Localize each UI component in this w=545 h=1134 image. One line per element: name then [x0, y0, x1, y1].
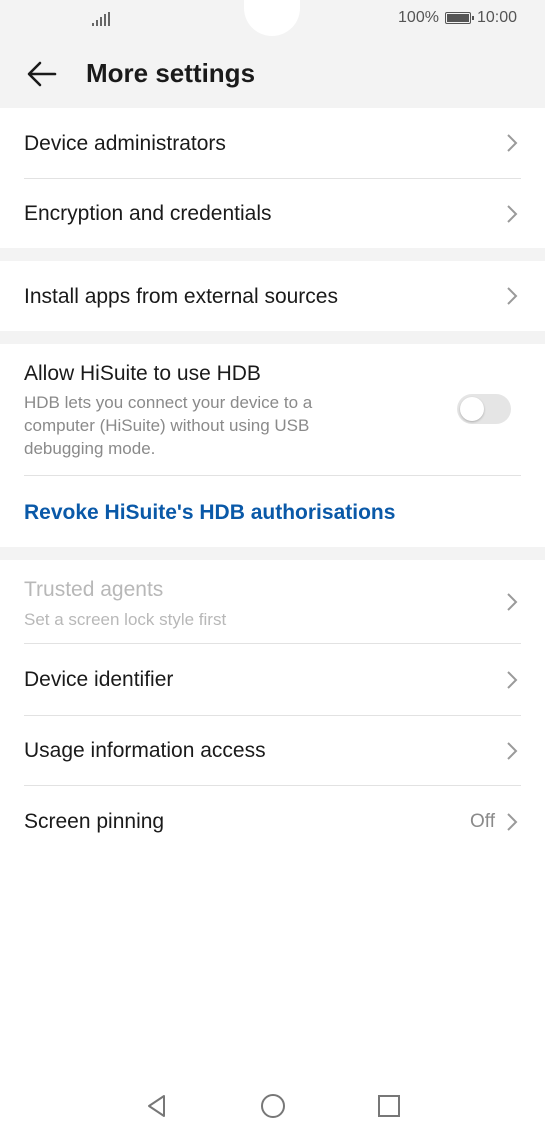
chevron-right-icon — [507, 670, 518, 689]
square-recent-icon — [377, 1095, 400, 1117]
section-divider — [0, 331, 545, 344]
nav-back-button[interactable] — [142, 1091, 172, 1121]
chevron-right-icon — [507, 287, 518, 305]
revoke-hdb-link-row[interactable]: Revoke HiSuite's HDB authorisations — [24, 476, 521, 547]
list-item-device-administrators[interactable]: Device administrators — [24, 108, 521, 179]
chevron-right-icon — [507, 134, 518, 152]
back-button[interactable] — [24, 56, 60, 92]
battery-percentage: 100% — [398, 9, 439, 26]
list-item-label: Device identifier — [24, 668, 174, 691]
chevron-right-icon — [507, 592, 518, 611]
section-divider — [0, 248, 545, 261]
chevron-right-icon — [507, 741, 518, 760]
settings-list: Device administrators Encryption and cre… — [0, 108, 545, 858]
list-item-label: Screen pinning — [24, 810, 165, 833]
list-item-label: Encryption and credentials — [24, 202, 272, 225]
trusted-agents-title: Trusted agents — [24, 578, 164, 601]
toggle-knob — [460, 397, 484, 421]
battery-icon — [444, 12, 474, 24]
chevron-right-icon — [507, 813, 518, 831]
settings-group-other: Trusted agents Set a screen lock style f… — [0, 560, 545, 858]
list-item-usage-information-access[interactable]: Usage information access — [24, 716, 521, 786]
nav-recent-button[interactable] — [374, 1091, 404, 1121]
circle-home-icon — [260, 1094, 285, 1118]
list-item-screen-pinning[interactable]: Screen pinning Off — [24, 786, 521, 858]
nav-home-button[interactable] — [258, 1091, 288, 1121]
list-item-encryption-credentials[interactable]: Encryption and credentials — [24, 179, 521, 248]
settings-group-hdb: Allow HiSuite to use HDB HDB lets you co… — [0, 344, 545, 547]
arrow-left-icon — [27, 61, 57, 87]
list-item-label: Device administrators — [24, 132, 226, 155]
list-item-trusted-agents: Trusted agents Set a screen lock style f… — [24, 560, 521, 644]
list-item-device-identifier[interactable]: Device identifier — [24, 644, 521, 716]
revoke-hdb-link[interactable]: Revoke HiSuite's HDB authorisations — [24, 501, 395, 525]
section-divider — [0, 547, 545, 560]
clock: 10:00 — [476, 9, 517, 26]
hdb-toggle[interactable] — [457, 394, 511, 424]
list-item-install-external-apps[interactable]: Install apps from external sources — [24, 261, 521, 331]
hdb-description: HDB lets you connect your device to a co… — [24, 393, 313, 458]
system-navigation-bar — [0, 1078, 545, 1134]
list-item-label: Usage information access — [24, 739, 266, 762]
status-bar-right: 100% 10:00 — [398, 9, 517, 27]
trusted-agents-subtitle: Set a screen lock style first — [24, 610, 227, 629]
triangle-back-icon — [147, 1095, 165, 1117]
signal-strength-icon — [92, 12, 110, 26]
list-item-allow-hisuite-hdb[interactable]: Allow HiSuite to use HDB HDB lets you co… — [24, 344, 521, 476]
settings-group-install: Install apps from external sources — [0, 261, 545, 331]
settings-group-security: Device administrators Encryption and cre… — [0, 108, 545, 248]
list-item-label: Install apps from external sources — [24, 285, 338, 308]
hdb-title: Allow HiSuite to use HDB — [24, 362, 261, 385]
page-title: More settings — [86, 58, 256, 88]
chevron-right-icon — [507, 204, 518, 223]
screen-pinning-value: Off — [470, 811, 495, 832]
